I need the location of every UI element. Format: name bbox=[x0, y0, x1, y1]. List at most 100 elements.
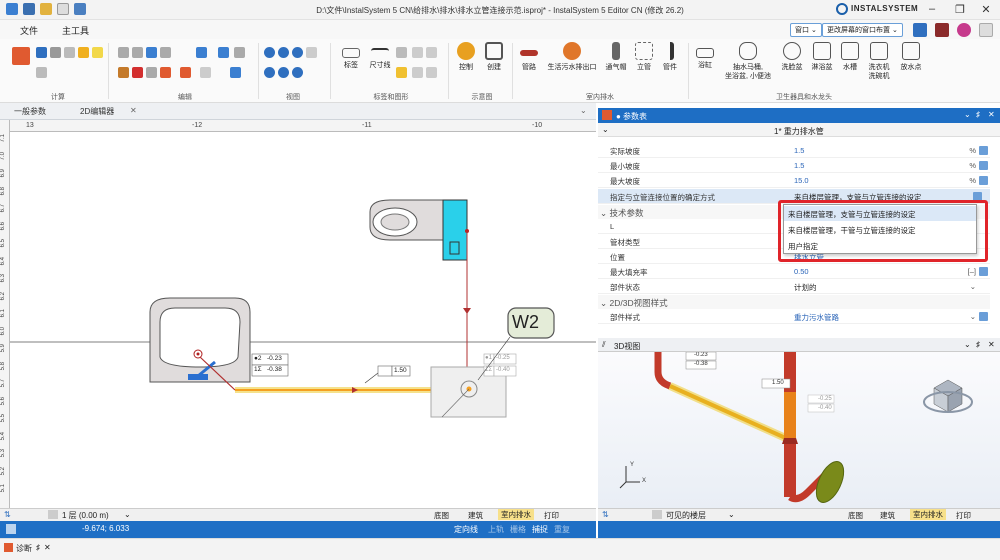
pin-icon[interactable]: ♯ bbox=[976, 340, 980, 349]
floors-dropdown-icon[interactable]: ⌄ bbox=[728, 510, 735, 519]
zoom-out-icon[interactable] bbox=[278, 47, 289, 58]
maximize-button[interactable]: ❐ bbox=[950, 3, 970, 16]
bathtub-button[interactable]: 浴缸 bbox=[692, 42, 718, 70]
dimension-button[interactable]: 尺寸线 bbox=[366, 42, 394, 70]
note-icon[interactable] bbox=[396, 67, 407, 78]
text-edit-icon[interactable] bbox=[230, 67, 241, 78]
layer-base[interactable]: 底图 bbox=[434, 510, 449, 521]
layer-building[interactable]: 建筑 bbox=[880, 510, 895, 521]
collapse-icon[interactable]: ⌄ bbox=[602, 125, 609, 134]
cut-icon[interactable] bbox=[118, 67, 129, 78]
copy-icon[interactable] bbox=[118, 47, 129, 58]
zoom-in-icon[interactable] bbox=[264, 47, 275, 58]
pin-icon[interactable]: ♯ bbox=[36, 543, 40, 552]
window-menu-button[interactable]: 窗口 ⌄ bbox=[790, 23, 822, 37]
diagnostics-tab[interactable]: 诊断 bbox=[16, 543, 32, 554]
marker-icon[interactable] bbox=[160, 67, 171, 78]
frame-icon[interactable] bbox=[412, 67, 423, 78]
floor-select[interactable]: 1 层 (0.00 m) bbox=[62, 510, 109, 521]
rotate-icon[interactable] bbox=[160, 47, 171, 58]
zoom-more-icon[interactable] bbox=[306, 47, 317, 58]
paste-icon[interactable] bbox=[132, 47, 143, 58]
close-icon[interactable]: ✕ bbox=[44, 543, 51, 552]
riser-label-w2[interactable]: W2 bbox=[512, 312, 539, 333]
control-button[interactable]: 控制 bbox=[454, 42, 478, 72]
mirror-icon[interactable] bbox=[196, 47, 207, 58]
labels-button[interactable]: 标签 bbox=[338, 42, 364, 70]
close-tab-icon[interactable]: ✕ bbox=[130, 106, 137, 115]
param-row[interactable]: 最大坡度 15.0% bbox=[598, 173, 990, 188]
tab-menu-icon[interactable]: ⌄ bbox=[580, 106, 587, 115]
warning-icon[interactable] bbox=[78, 47, 89, 58]
floor-dropdown-icon[interactable]: ⌄ bbox=[124, 510, 131, 519]
visible-floors-select[interactable]: 可见的楼层 bbox=[666, 510, 706, 521]
vent-cap-button[interactable]: 通气帽 bbox=[602, 42, 630, 72]
zoom-all-icon[interactable] bbox=[278, 67, 289, 78]
layer-print[interactable]: 打印 bbox=[956, 510, 971, 521]
tab-file[interactable]: 文件 bbox=[20, 24, 38, 37]
layer-building[interactable]: 建筑 bbox=[468, 510, 483, 521]
calc2-icon[interactable] bbox=[36, 47, 47, 58]
layout-menu-button[interactable]: 更改屏幕的窗口布置 ⌄ bbox=[822, 23, 903, 37]
group-icon[interactable] bbox=[234, 47, 245, 58]
panel-menu-icon[interactable]: ⌄ bbox=[964, 110, 971, 119]
select-icon[interactable] bbox=[180, 67, 191, 78]
table-icon[interactable] bbox=[412, 47, 423, 58]
param-row[interactable]: 最大填充率 0.50 [–] bbox=[598, 264, 990, 279]
text-icon[interactable] bbox=[396, 47, 407, 58]
toilet-button[interactable]: 抽水马桶, 坐浴盆, 小便池 bbox=[720, 42, 776, 81]
calc-icon[interactable] bbox=[12, 47, 30, 65]
calc4-icon[interactable] bbox=[64, 47, 75, 58]
sink-button[interactable]: 水槽 bbox=[838, 42, 862, 72]
zoom-window-icon[interactable] bbox=[292, 47, 303, 58]
collapse-ribbon-icon[interactable] bbox=[979, 23, 993, 37]
view3d-canvas[interactable]: -0.23 -0.38 1.50 -0.25 -0.40 X Y bbox=[598, 352, 1000, 508]
param-row[interactable]: 部件状态 计划的 ⌄ bbox=[598, 279, 990, 294]
help-icon[interactable] bbox=[957, 23, 971, 37]
layer-base[interactable]: 底图 bbox=[848, 510, 863, 521]
pipes-button[interactable]: 管路 bbox=[516, 42, 542, 72]
pan-icon[interactable] bbox=[264, 67, 275, 78]
panel-close-icon[interactable]: ✕ bbox=[988, 340, 995, 349]
align-icon[interactable] bbox=[218, 47, 229, 58]
create-button[interactable]: 创建 bbox=[482, 42, 506, 72]
view-nav-icon[interactable]: ⇅ bbox=[602, 510, 609, 519]
layer-drainage[interactable]: 室内排水 bbox=[910, 509, 946, 520]
washer-button[interactable]: 洗衣机 洗碗机 bbox=[864, 42, 894, 81]
track-toggle[interactable]: 上轨 bbox=[488, 524, 504, 535]
zoom-prev-icon[interactable] bbox=[292, 67, 303, 78]
drawing-canvas[interactable]: W2 ●2 -0.23 1Σ -0.38 1.50 ●1 -0.25 1Σ -0… bbox=[10, 132, 596, 508]
pin-icon[interactable]: ♯ bbox=[976, 110, 980, 119]
floor-nav-icon[interactable]: ⇅ bbox=[4, 510, 11, 519]
move-icon[interactable] bbox=[146, 47, 157, 58]
properties-icon[interactable] bbox=[146, 67, 157, 78]
screen-icon[interactable] bbox=[913, 23, 927, 37]
param-row[interactable]: 部件样式 重力污水管路 ⌄ bbox=[598, 309, 990, 324]
tap-button[interactable]: 放水点 bbox=[896, 42, 926, 72]
ortho-toggle[interactable]: 定向线 bbox=[454, 524, 478, 535]
filter-icon[interactable] bbox=[200, 67, 211, 78]
check-icon[interactable] bbox=[92, 47, 103, 58]
tab-2d-editor[interactable]: 2D编辑器 bbox=[80, 106, 114, 117]
book-icon[interactable] bbox=[935, 23, 949, 37]
minimize-button[interactable]: – bbox=[922, 3, 942, 15]
calc5-icon[interactable] bbox=[36, 67, 47, 78]
image-icon[interactable] bbox=[426, 67, 437, 78]
layer-drainage[interactable]: 室内排水 bbox=[498, 509, 534, 520]
riser-button[interactable]: 立管 bbox=[632, 42, 656, 72]
repeat-toggle[interactable]: 重复 bbox=[554, 524, 570, 535]
washbasin-button[interactable]: 洗脸盆 bbox=[778, 42, 806, 72]
section-view-style[interactable]: ⌄ 2D/3D视图样式 bbox=[598, 295, 990, 309]
delete-icon[interactable] bbox=[132, 67, 143, 78]
grid-icon[interactable] bbox=[426, 47, 437, 58]
close-button[interactable]: ✕ bbox=[976, 3, 996, 16]
snap-toggle[interactable]: 捕捉 bbox=[532, 524, 548, 535]
shower-button[interactable]: 淋浴盆 bbox=[808, 42, 836, 72]
tab-general-params[interactable]: 一般参数 bbox=[14, 106, 46, 117]
panel-menu-icon[interactable]: ⌄ bbox=[964, 340, 971, 349]
grid-toggle[interactable]: 栅格 bbox=[510, 524, 526, 535]
drain-outlet-button[interactable]: 生活污水排出口 bbox=[544, 42, 600, 72]
param-row[interactable]: 最小坡度 1.5% bbox=[598, 158, 990, 173]
panel-close-icon[interactable]: ✕ bbox=[988, 110, 995, 119]
fittings-button[interactable]: 管件 bbox=[658, 42, 682, 72]
